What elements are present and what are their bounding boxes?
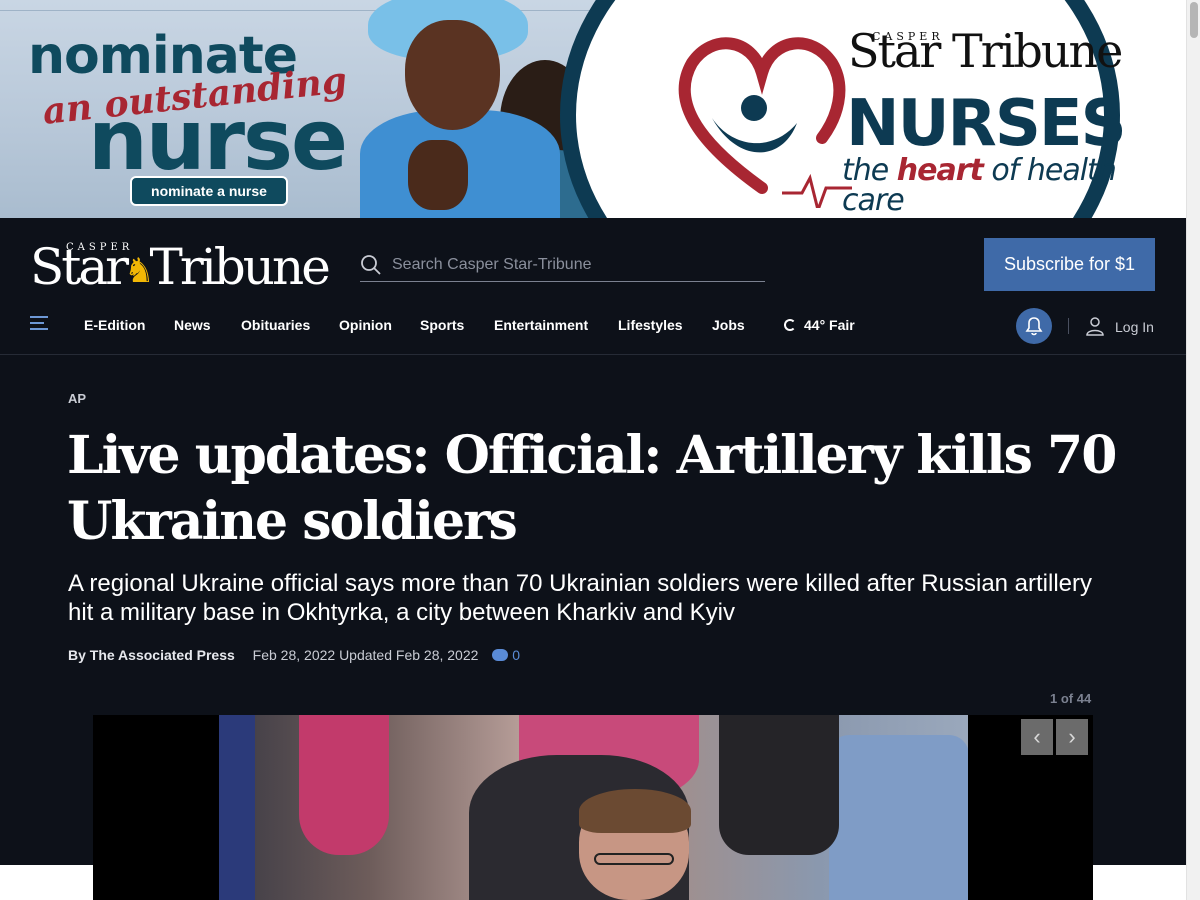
byline: By The Associated Press Feb 28, 2022 Upd… [68, 647, 520, 663]
comment-count: 0 [512, 647, 521, 663]
photo-gallery[interactable]: ‹ › [93, 715, 1093, 900]
nav-item-lifestyles[interactable]: Lifestyles [618, 316, 683, 334]
site-header: CASPER Star♞Tribune Subscribe for $1 E-E… [0, 218, 1186, 355]
login-label: Log In [1115, 319, 1154, 335]
nav-item-entertainment[interactable]: Entertainment [494, 316, 588, 334]
photo-blue-chair [829, 735, 968, 900]
gallery-photo[interactable] [219, 715, 968, 900]
ad-brand-logo: Star Tribune [848, 24, 1123, 78]
ad-banner[interactable]: nominate an outstanding nurse nominate a… [0, 0, 1186, 218]
comments-link[interactable]: 0 [492, 647, 520, 663]
gallery-counter: 1 of 44 [1050, 691, 1092, 706]
ad-nurse-hands [408, 140, 468, 210]
author[interactable]: By The Associated Press [68, 647, 235, 663]
search-bar[interactable] [360, 248, 765, 282]
photo-hair [579, 789, 691, 833]
gallery-next-button[interactable]: › [1056, 719, 1088, 755]
section-label[interactable]: AP [68, 391, 86, 406]
weather-text: 44° Fair [804, 317, 855, 333]
login-link[interactable]: Log In [1085, 316, 1154, 336]
nav-item-e-edition[interactable]: E-Edition [84, 316, 145, 334]
nav-item-obituaries[interactable]: Obituaries [241, 316, 310, 334]
site-logo[interactable]: Star♞Tribune [30, 242, 331, 292]
ad-tagline-heart: heart [896, 153, 984, 188]
menu-icon[interactable] [30, 316, 50, 334]
notifications-button[interactable] [1016, 308, 1052, 344]
weather-widget[interactable]: 44° Fair [784, 316, 855, 334]
article-headline: Live updates: Official: Artillery kills … [67, 425, 1117, 552]
ad-tagline: the heart of health care [842, 156, 1186, 216]
publish-dates: Feb 28, 2022 Updated Feb 28, 2022 [252, 647, 479, 663]
nav-item-news[interactable]: News [174, 316, 211, 334]
user-icon [1086, 317, 1104, 336]
bell-icon [1025, 317, 1043, 336]
bucking-horse-icon: ♞ [124, 251, 155, 291]
nav-item-opinion[interactable]: Opinion [339, 316, 392, 334]
ad-nurses-title: NURSES [846, 87, 1127, 161]
logo-tribune: Tribune [149, 238, 331, 296]
main-nav: E-Edition News Obituaries Opinion Sports… [0, 308, 1186, 344]
photo-flag [219, 715, 255, 900]
search-input[interactable] [392, 252, 752, 278]
scrollbar-thumb[interactable] [1190, 2, 1198, 38]
photo-person-scarf [299, 715, 389, 855]
ad-headline-nurse: nurse [88, 91, 348, 189]
logo-star: Star [30, 238, 129, 296]
nav-divider [1068, 318, 1069, 334]
weather-icon [784, 319, 796, 331]
page-scrollbar[interactable] [1186, 0, 1200, 900]
nav-item-jobs[interactable]: Jobs [712, 316, 745, 334]
article-subhead: A regional Ukraine official says more th… [68, 570, 1093, 626]
heart-icon [678, 37, 852, 208]
comment-icon [492, 649, 509, 661]
nav-item-sports[interactable]: Sports [420, 316, 464, 334]
gallery-prev-button[interactable]: ‹ [1021, 719, 1053, 755]
photo-glasses [594, 853, 674, 865]
photo-suit-right [719, 715, 839, 855]
ad-nurse-face [405, 20, 500, 130]
nominate-nurse-button[interactable]: nominate a nurse [130, 176, 288, 206]
search-icon[interactable] [360, 254, 382, 276]
subscribe-button[interactable]: Subscribe for $1 [984, 238, 1155, 291]
